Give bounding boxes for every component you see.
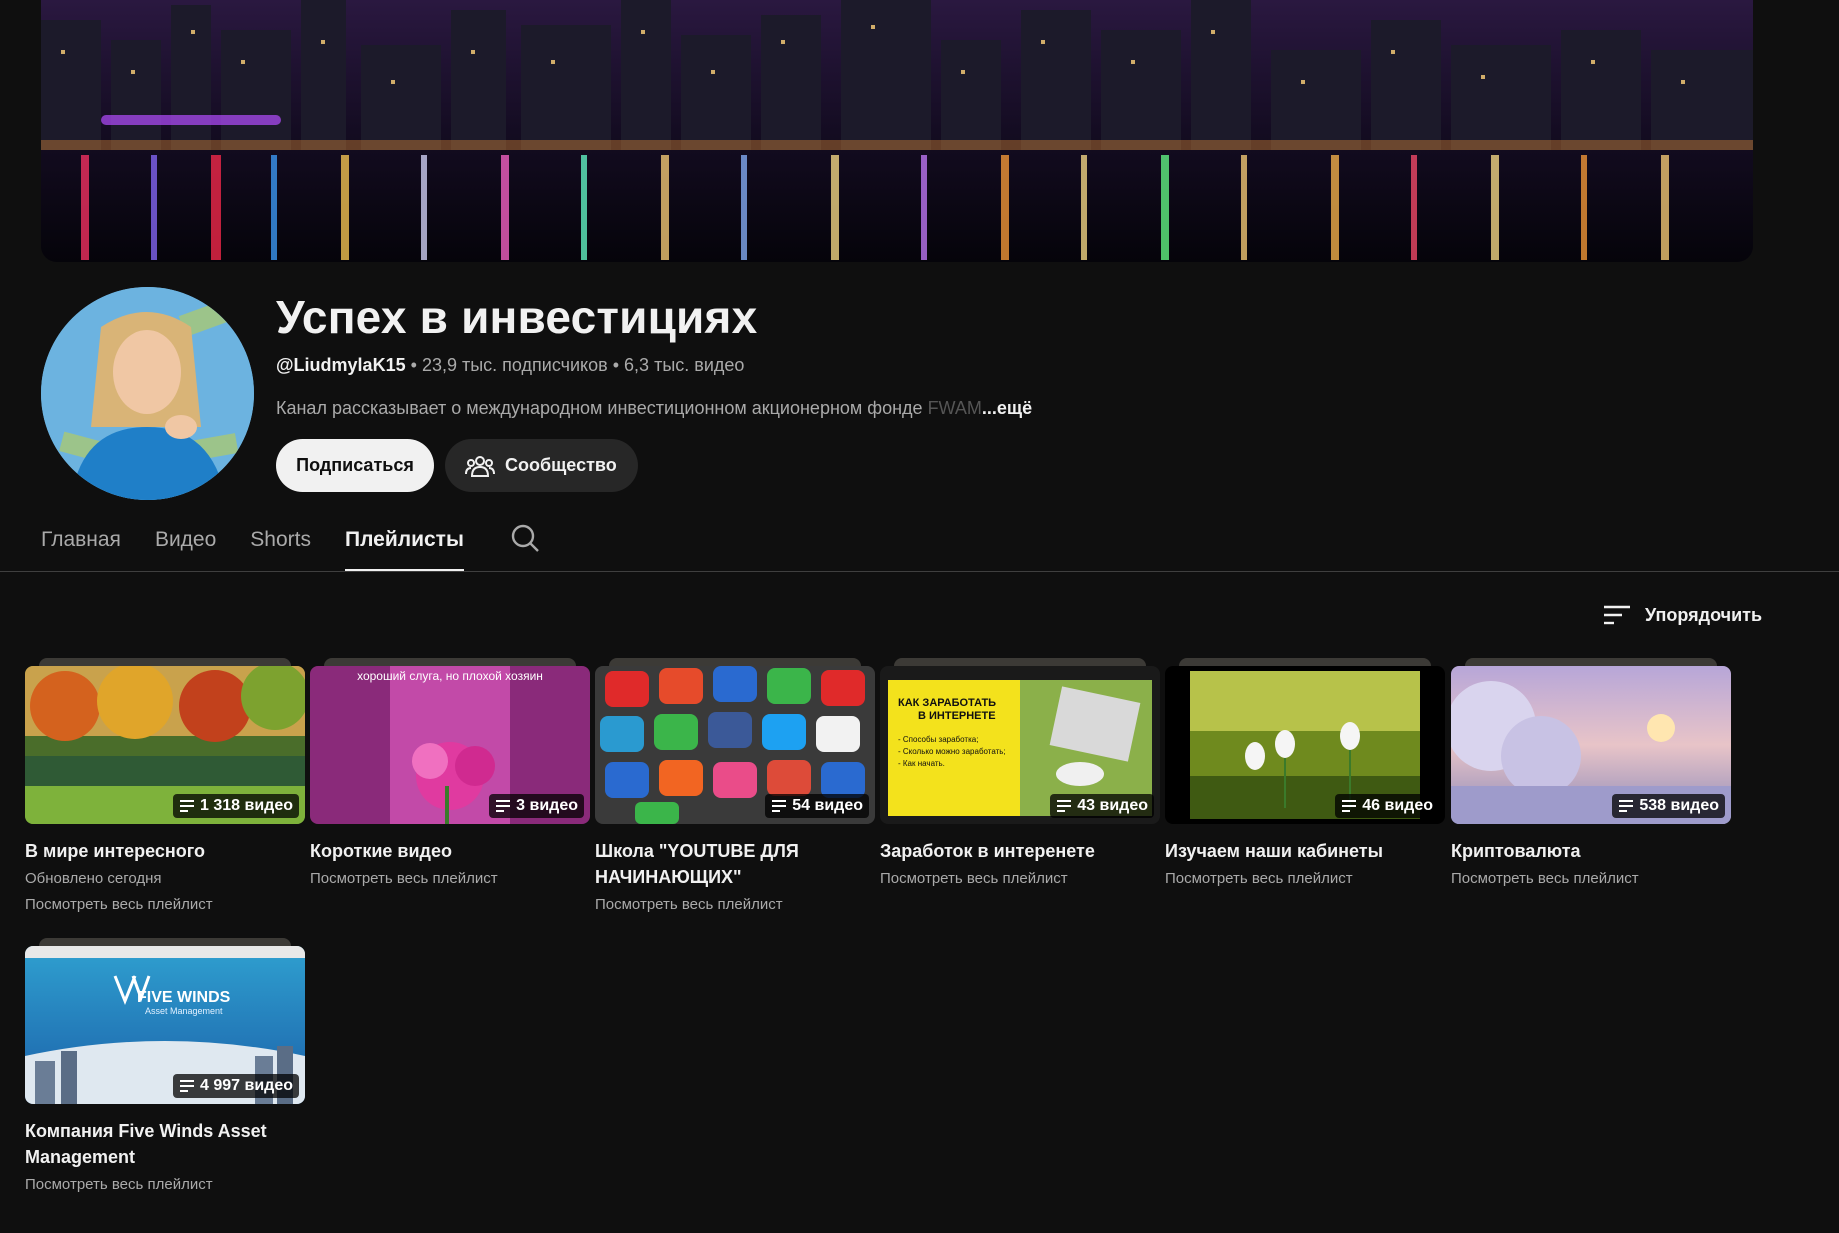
channel-handle[interactable]: @LiudmylaK15 [276, 355, 406, 375]
sort-icon [1604, 605, 1630, 625]
playlist-icon [180, 800, 195, 812]
tab-videos[interactable]: Видео [155, 522, 216, 570]
playlist-icon [772, 800, 787, 812]
playlist-title[interactable]: Короткие видео [310, 838, 590, 864]
playlist-thumbnail[interactable]: хороший слуга, но плохой хозяин 3 видео [310, 666, 590, 824]
playlist-thumbnail[interactable]: КАК ЗАРАБОТАТЬ В ИНТЕРНЕТЕ - Способы зар… [880, 666, 1160, 824]
view-playlist-link[interactable]: Посмотреть весь плейлист [310, 868, 590, 890]
channel-description[interactable]: Канал рассказывает о международном инвес… [276, 398, 1032, 419]
video-count-badge: 54 видео [765, 794, 869, 818]
channel-avatar[interactable] [41, 287, 254, 500]
video-count-badge: 43 видео [1050, 794, 1154, 818]
sort-button[interactable]: Упорядочить [1603, 604, 1762, 626]
video-count-badge: 538 видео [1612, 794, 1725, 818]
video-count-badge: 46 видео [1335, 794, 1439, 818]
view-playlist-link[interactable]: Посмотреть весь плейлист [25, 1174, 305, 1196]
playlist-updated: Обновлено сегодня [25, 870, 162, 887]
playlist-title[interactable]: В мире интересного [25, 838, 305, 864]
subscribe-button[interactable]: Подписаться [276, 439, 434, 492]
svg-text:Asset Management: Asset Management [145, 1006, 223, 1016]
meta-separator: • [612, 355, 620, 375]
more-link[interactable]: ...ещё [982, 398, 1032, 418]
view-playlist-link[interactable]: Посмотреть весь плейлист [25, 894, 305, 916]
playlist-card[interactable]: КАК ЗАРАБОТАТЬ В ИНТЕРНЕТЕ - Способы зар… [880, 658, 1160, 890]
view-playlist-link[interactable]: Посмотреть весь плейлист [595, 894, 875, 916]
playlist-icon [1057, 800, 1072, 812]
playlist-title[interactable]: Заработок в интеренете [880, 838, 1160, 864]
channel-tabs: Главная Видео Shorts Плейлисты [41, 522, 498, 572]
playlist-card[interactable]: 54 видео Школа "YOUTUBE ДЛЯ НАЧИНАЮЩИХ" … [595, 658, 875, 916]
playlist-thumbnail[interactable]: 54 видео [595, 666, 875, 824]
playlist-thumbnail[interactable]: FIVE WINDS Asset Management 4 997 видео [25, 946, 305, 1104]
svg-text:КАК ЗАРАБОТАТЬ: КАК ЗАРАБОТАТЬ [898, 697, 996, 709]
tab-playlists[interactable]: Плейлисты [345, 522, 464, 572]
playlist-card[interactable]: 1 318 видео В мире интересного Обновлено… [25, 658, 305, 916]
svg-text:В ИНТЕРНЕТЕ: В ИНТЕРНЕТЕ [918, 710, 996, 722]
playlist-title[interactable]: Компания Five Winds Asset Management [25, 1118, 305, 1170]
playlist-title[interactable]: Изучаем наши кабинеты [1165, 838, 1445, 864]
svg-text:- Сколько можно заработать;: - Сколько можно заработать; [898, 747, 1006, 756]
channel-title: Успех в инвестициях [276, 291, 758, 343]
playlist-thumbnail[interactable]: 1 318 видео [25, 666, 305, 824]
playlist-thumbnail[interactable]: 538 видео [1451, 666, 1731, 824]
sort-label: Упорядочить [1645, 604, 1763, 625]
playlist-title[interactable]: Криптовалюта [1451, 838, 1731, 864]
playlist-icon [180, 1080, 195, 1092]
community-button[interactable]: Сообщество [445, 439, 638, 492]
subscriber-count: 23,9 тыс. подписчиков [421, 355, 608, 375]
svg-text:- Как начать.: - Как начать. [898, 759, 945, 768]
svg-text:FIVE WINDS: FIVE WINDS [137, 989, 231, 1006]
svg-text:хороший слуга, но плохой хозяи: хороший слуга, но плохой хозяин [357, 669, 543, 683]
view-playlist-link[interactable]: Посмотреть весь плейлист [1165, 868, 1445, 890]
video-count-badge: 4 997 видео [173, 1074, 299, 1098]
svg-text:- Способы заработка;: - Способы заработка; [898, 735, 978, 744]
playlist-title[interactable]: Школа "YOUTUBE ДЛЯ НАЧИНАЮЩИХ" [595, 838, 875, 890]
playlist-icon [496, 800, 511, 812]
video-count-badge: 1 318 видео [173, 794, 299, 818]
playlist-card[interactable]: 46 видео Изучаем наши кабинеты Посмотрет… [1165, 658, 1445, 890]
channel-banner [41, 0, 1753, 262]
tab-shorts[interactable]: Shorts [250, 522, 311, 570]
playlist-icon [1619, 800, 1634, 812]
playlist-icon [1342, 800, 1357, 812]
community-label: Сообщество [505, 455, 617, 475]
description-faded-text: FWAM [927, 398, 982, 418]
playlist-card[interactable]: 538 видео Криптовалюта Посмотреть весь п… [1451, 658, 1731, 890]
description-text: Канал рассказывает о международном инвес… [276, 398, 928, 418]
channel-meta: @LiudmylaK15 • 23,9 тыс. подписчиков • 6… [276, 355, 744, 376]
playlist-thumbnail[interactable]: 46 видео [1165, 666, 1445, 824]
playlist-card[interactable]: FIVE WINDS Asset Management 4 997 видео … [25, 938, 305, 1196]
search-icon[interactable] [510, 523, 540, 558]
view-playlist-link[interactable]: Посмотреть весь плейлист [1451, 868, 1731, 890]
tab-home[interactable]: Главная [41, 522, 121, 570]
view-playlist-link[interactable]: Посмотреть весь плейлист [880, 868, 1160, 890]
video-count-badge: 3 видео [489, 794, 584, 818]
video-count: 6,3 тыс. видео [624, 355, 745, 375]
playlist-card[interactable]: хороший слуга, но плохой хозяин 3 видео … [310, 658, 590, 890]
tabs-divider [0, 571, 1839, 572]
meta-separator: • [410, 355, 417, 375]
community-icon [465, 455, 495, 477]
